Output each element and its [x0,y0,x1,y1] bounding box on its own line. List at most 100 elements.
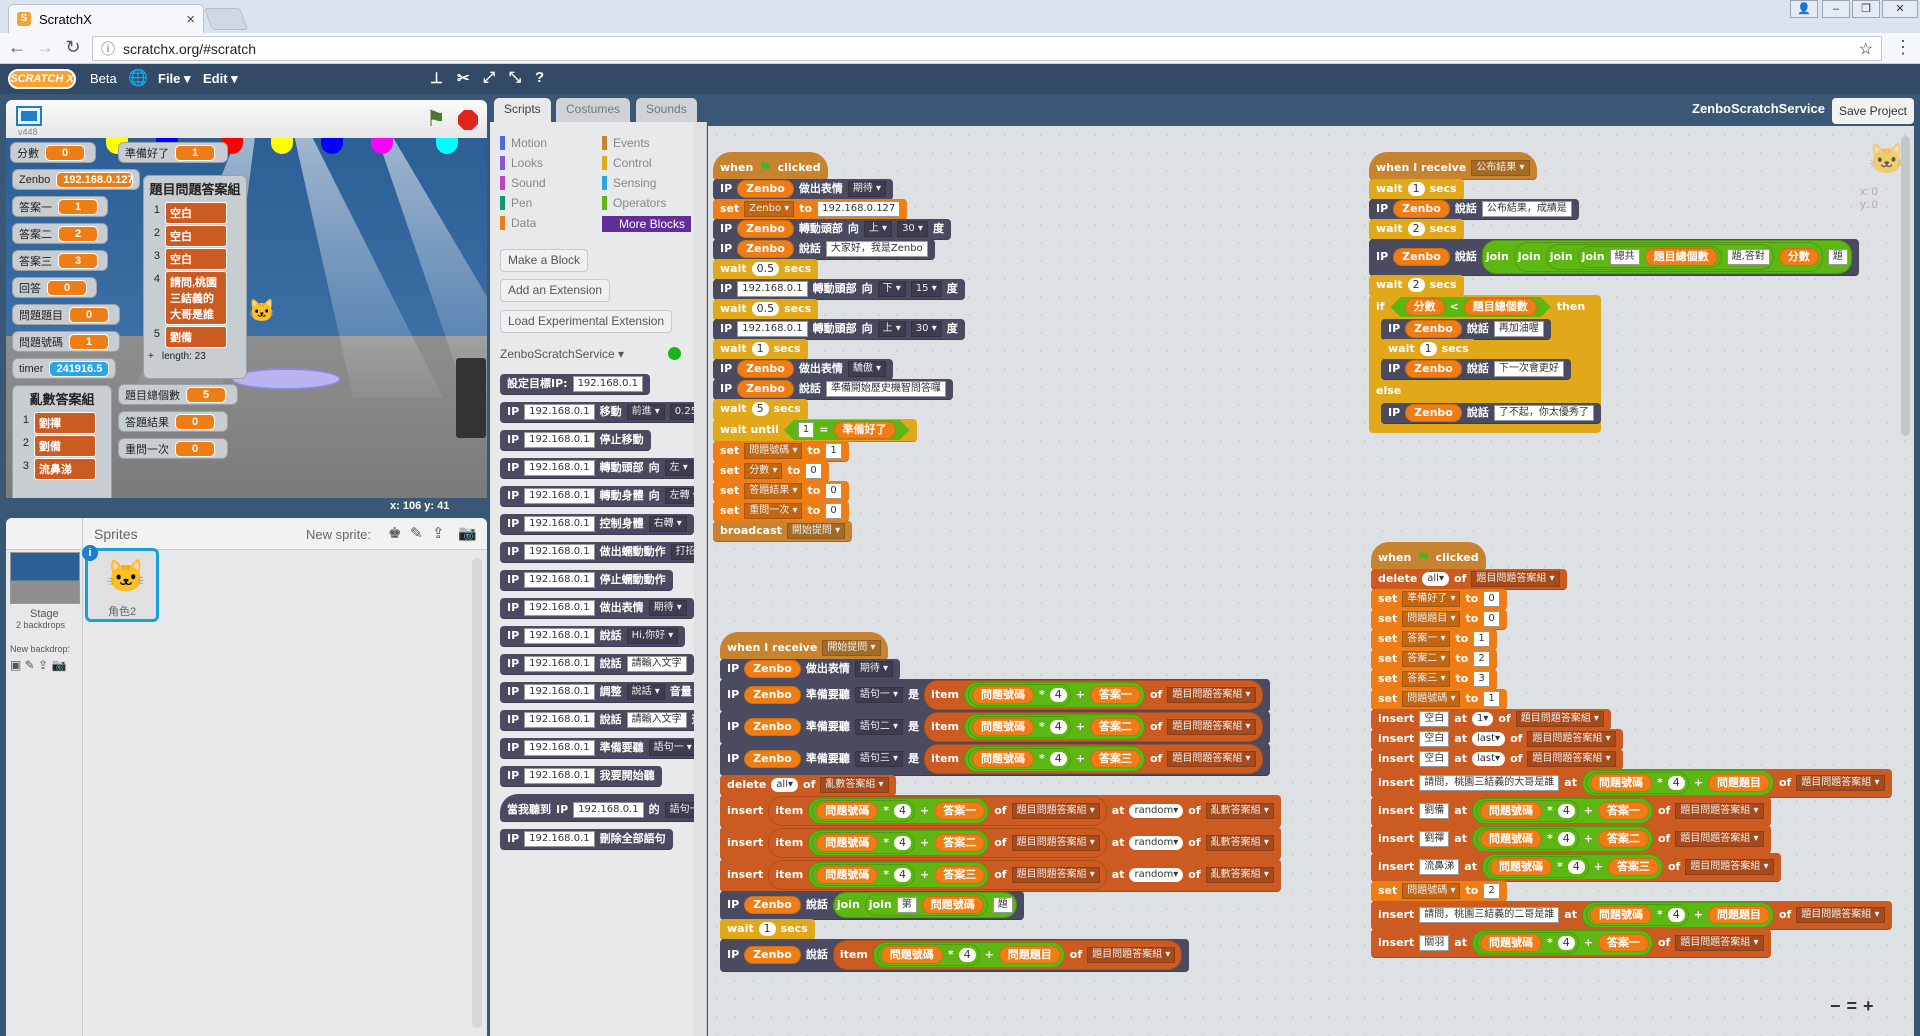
text-input[interactable]: 大家好，我是Zenbo [825,241,928,257]
dropdown[interactable]: 答案一 [1402,631,1451,647]
cat-sprite[interactable]: 🐱 [248,298,275,328]
dropdown[interactable]: all [1422,572,1450,586]
browser-tab[interactable]: S ScratchX × [8,4,204,33]
ext-block[interactable]: IP Zenbo 說話 準備開始歷史機智問答囉 [713,379,953,400]
text-input[interactable]: 請輸入文字 [626,712,687,728]
number-input[interactable]: 4 [1667,908,1685,922]
number-input[interactable]: 4 [1557,804,1575,818]
dropdown[interactable]: random [1129,868,1184,882]
list-block[interactable]: delete allof 亂數答案組 [720,775,896,796]
variable-reporter[interactable]: Zenbo [744,750,801,768]
text-input[interactable]: 192.168.0.1 [524,460,595,476]
ctrl-block[interactable]: wait 5 secs [713,399,808,420]
variable-reporter[interactable]: 題目總個數 [1644,248,1718,266]
operator-reporter[interactable]: 問題號碼 * 4 + 問題題目 [872,942,1065,968]
number-input[interactable]: 1 [1407,182,1425,196]
ext-block[interactable]: IP 192.168.0.1 控制身體 右轉 [500,514,694,535]
dropdown[interactable]: 問題號碼 [1402,691,1461,707]
restore-button[interactable]: ❐ [1852,0,1880,18]
ext-block[interactable]: IP Zenbo 說話 大家好，我是Zenbo [713,239,935,260]
variable-reporter[interactable]: 準備好了 [834,421,896,439]
stop-sign-icon[interactable] [458,110,478,130]
variable-reporter[interactable]: 答案二 [1597,830,1649,848]
minimize-button[interactable]: – [1822,0,1850,18]
dropdown[interactable]: random [1129,804,1184,818]
text-input[interactable]: 3 [1473,671,1490,687]
text-input[interactable]: 下一次會更好 [1493,361,1564,377]
ext-block[interactable]: IP 192.168.0.1 停止蠕動動作 [500,570,673,591]
category-operators[interactable]: Operators [602,196,666,210]
stage-thumbnail[interactable] [10,552,80,604]
sprite-library-icon[interactable]: ♚ [388,524,401,542]
variable-reporter[interactable]: Zenbo [737,380,794,398]
scratchx-logo[interactable]: SCRATCH X [8,69,76,89]
hat-ext-block[interactable]: 當我聽到 IP 192.168.0.1 的語句一 [500,794,706,822]
variable-reporter[interactable]: 問題號碼 [972,686,1035,704]
dropdown[interactable]: 答案二 [1402,651,1451,667]
upload-icon[interactable]: ⇪ [432,524,445,542]
operator-reporter[interactable]: 問題號碼 * 4 [876,944,980,966]
list-item-value[interactable]: 劉備 [165,326,227,348]
variable-reporter[interactable]: 題目總個數 [1464,298,1537,316]
text-input[interactable]: 192.168.0.1 [573,802,644,818]
dropdown[interactable]: 題目問題答案組 [1675,935,1764,951]
ext-block[interactable]: IP 192.168.0.1 轉動身體向左轉 [500,486,706,507]
list-block[interactable]: insert 空白 atlastof 題目問題答案組 [1371,729,1623,750]
operator-reporter[interactable]: 問題號碼 * 4 [812,832,916,854]
operator-reporter[interactable]: join join 總共 題目總個數 題,答對 [1545,244,1774,270]
edit-menu[interactable]: Edit ▾ [203,71,238,87]
dropdown[interactable]: 期待 [854,661,894,677]
dropdown[interactable]: 驕傲 [847,361,887,377]
list-block[interactable]: insert 流鼻涕 at 問題號碼 * 4 + 答案三 of 題目問題答案組 [1371,853,1781,882]
data-block[interactable]: set 問題題目 to 0 [1371,609,1507,630]
text-input[interactable]: 題,答對 [1726,249,1770,265]
operator-reporter[interactable]: 問題號碼 * 4 [1485,856,1589,878]
dropdown[interactable]: last [1471,752,1506,766]
variable-reporter[interactable]: Zenbo [744,686,801,704]
data-block[interactable]: set 答案三 to 3 [1371,669,1497,690]
operator-reporter[interactable]: 問題號碼 * 4 + 答案二 [808,830,990,856]
add-extension-button[interactable]: Add an Extension [500,279,611,302]
text-input[interactable]: 192.168.0.1 [524,831,595,847]
category-sound[interactable]: Sound [500,176,546,190]
boolean-condition[interactable]: 分數 < 題目總個數 [1391,297,1551,317]
shrink-icon[interactable]: ⤡ [509,69,521,86]
dropdown[interactable]: Zenbo [744,201,795,217]
variable-reporter[interactable]: 答案一 [1090,686,1141,704]
ext-block[interactable]: IP 192.168.0.1 說話 請輸入文字 [500,654,694,675]
dropdown[interactable]: 題目問題答案組 [1167,719,1256,735]
dropdown[interactable]: 下 [877,281,906,297]
category-sensing[interactable]: Sensing [602,176,656,190]
variable-reporter[interactable]: 問題號碼 [1589,906,1652,924]
ctrl-block[interactable]: wait 0.5 secs [713,259,819,280]
close-tab-icon[interactable]: × [186,11,195,28]
dropdown[interactable]: 問題號碼 [744,443,803,459]
text-input[interactable]: 192.168.0.1 [524,600,595,616]
sprite-thumbnail[interactable]: i 🐱 角色2 [82,545,159,622]
text-input[interactable]: 公布結果，成績是 [1481,201,1572,217]
dropdown[interactable]: 題目問題答案組 [1471,571,1560,587]
text-input[interactable]: 劉禪 [1419,831,1450,847]
dropdown[interactable]: 公布結果 [1471,160,1530,176]
text-input[interactable]: 0 [1483,591,1500,607]
dropdown[interactable]: 語句三 [854,751,904,767]
list-block[interactable]: insert 空白 at 1 of 題目問題答案組 [1371,709,1611,730]
info-icon[interactable]: ⓘ [101,39,115,59]
list-item-value[interactable]: 流鼻涕 [34,458,96,480]
new-tab-button[interactable] [203,8,249,30]
ext-block[interactable]: IP 192.168.0.1 轉動頭部向下15 度 [713,279,965,300]
dropdown[interactable]: 題目問題答案組 [1796,907,1885,923]
number-input[interactable]: 1 [1419,342,1437,356]
dropdown[interactable]: 期待 [648,600,687,616]
number-input[interactable]: 4 [958,948,976,962]
ext-block[interactable]: IP Zenbo 轉動頭部向上30 度 [713,219,951,240]
variable-reporter[interactable]: 答案一 [1597,802,1649,820]
ext-block[interactable]: IP Zenbo 做出表情 驕傲 [713,359,894,380]
operator-reporter[interactable]: 問題號碼 * 4 [1585,772,1689,794]
list-item-value[interactable]: 劉備 [34,435,96,457]
operator-reporter[interactable]: 問題號碼 * 4 + 問題題目 [1581,902,1774,928]
number-input[interactable]: 4 [1557,936,1575,950]
sprite-info-icon[interactable]: i [82,545,98,561]
variable-reporter[interactable]: 問題題目 [1707,906,1770,924]
text-input[interactable]: 192.168.0.1 [572,376,643,392]
